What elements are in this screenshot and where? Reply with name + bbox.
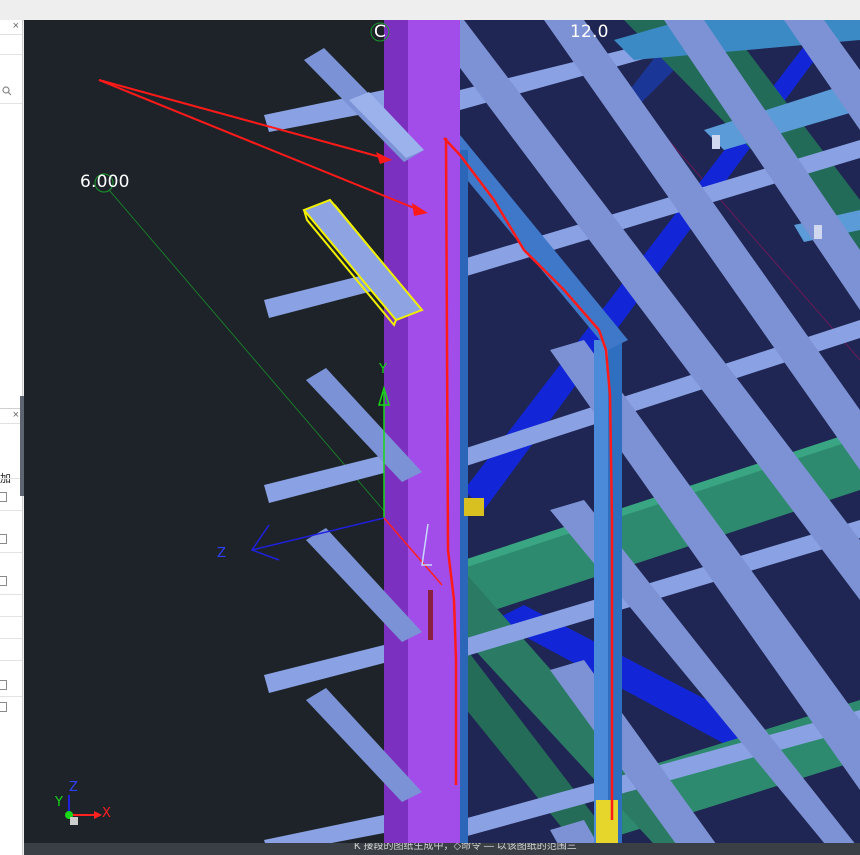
connection-plate [712,135,720,149]
row-checkbox[interactable] [0,576,7,586]
axis-y-label: Y [379,362,387,377]
panel-divider [0,478,22,479]
panel-divider [0,103,22,104]
panel-divider [0,638,22,639]
status-bar: K 接段的图纸生成中，◇命令 — 以该图纸的范围三 [24,843,860,855]
row-checkbox[interactable] [0,702,7,712]
base-plate [464,498,484,516]
panel-divider [0,510,22,511]
connection-plate [814,225,822,239]
steel-column-right [594,340,622,855]
grid-label-top-left: C [374,22,387,42]
status-text: K 接段的图纸生成中，◇命令 — 以该图纸的范围三 [354,843,577,852]
panel-divider [0,660,22,661]
grid-label-top-right: 12.0 [570,22,609,42]
mini-x-arrow [94,811,102,819]
mini-origin-cube [70,817,78,825]
girt [264,455,384,503]
girt [264,645,384,693]
grid-label-6000: 6.000 [80,172,130,192]
3d-model-viewport[interactable]: 6.000 C 12.0 Y Z X Y Z K 接段的图纸生成中，◇命令 — … [24,20,860,855]
mini-axis-x-label: X [102,806,111,821]
top-toolbar [0,0,860,21]
search-icon[interactable] [2,86,12,99]
panel-divider [0,616,22,617]
row-checkbox[interactable] [0,492,7,502]
z-axis-arrow [250,524,280,561]
column-flange [594,340,608,855]
row-checkbox[interactable] [0,534,7,544]
anchor-bolt [428,590,433,640]
axis-z-label: Z [217,546,226,561]
panel-close-icon[interactable]: × [13,409,19,421]
panel-divider [0,594,22,595]
panel-close-icon[interactable]: × [13,20,19,32]
mini-axis-y-label: Y [55,795,63,810]
panel-header-1: × [0,20,22,35]
panel-header-2: × [0,408,22,424]
mini-axis-indicator [65,795,102,825]
panel-divider [0,552,22,553]
panel-divider [0,696,22,697]
mini-axis-z-label: Z [69,780,78,795]
row-checkbox[interactable] [0,680,7,690]
model-canvas [65,20,860,855]
panel-divider [0,54,22,55]
